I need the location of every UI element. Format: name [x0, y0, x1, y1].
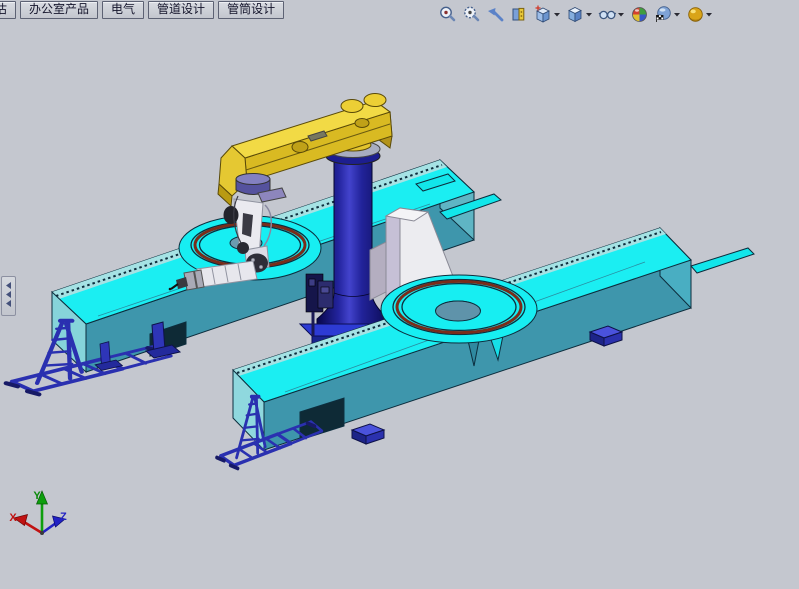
view-settings-dropdown-arrow[interactable] [673, 5, 681, 23]
edit-appearance-button[interactable] [685, 5, 714, 24]
apply-scene-button[interactable] [629, 5, 650, 24]
tab-office-products[interactable]: 办公室产品 [20, 1, 98, 19]
display-style-button[interactable] [565, 5, 594, 24]
edit-appearance-icon [686, 5, 705, 24]
graphics-viewport[interactable]: Y X Z [0, 0, 799, 589]
triad-x-label: X [9, 512, 17, 524]
heads-up-view-toolbar [437, 3, 714, 25]
hide-show-items-button[interactable] [597, 5, 626, 24]
edit-appearance-dropdown-arrow[interactable] [705, 5, 713, 23]
hide-show-items-dropdown-arrow[interactable] [617, 5, 625, 23]
view-orientation-button[interactable] [533, 5, 562, 24]
zoom-to-fit-button[interactable] [437, 5, 458, 24]
tab-piping[interactable]: 管道设计 [148, 1, 214, 19]
solidworks-window: Y X Z 评估 办公室产品 电气 管道设计 管筒设计 [0, 0, 799, 589]
display-style-icon [566, 5, 585, 24]
view-orientation-icon [534, 5, 553, 24]
view-settings-button[interactable] [653, 5, 682, 24]
feature-panel-splitter[interactable] [1, 276, 16, 316]
splitter-collapse-arrows-icon [4, 280, 13, 310]
previous-view-button[interactable] [485, 5, 506, 24]
triad-y-label: Y [33, 490, 41, 502]
section-view-button[interactable] [509, 5, 530, 24]
previous-view-icon [486, 5, 505, 24]
zoom-to-area-icon [462, 5, 481, 24]
view-settings-icon [654, 5, 673, 24]
rotary-ring-front[interactable] [381, 275, 537, 343]
section-view-icon [510, 5, 529, 24]
view-orientation-dropdown-arrow[interactable] [553, 5, 561, 23]
hide-show-items-icon [598, 5, 617, 24]
tab-tubing[interactable]: 管筒设计 [218, 1, 284, 19]
triad-z-label: Z [60, 511, 67, 523]
tab-evaluate[interactable]: 评估 [0, 1, 16, 19]
zoom-to-area-button[interactable] [461, 5, 482, 24]
tab-electrical[interactable]: 电气 [102, 1, 144, 19]
display-style-dropdown-arrow[interactable] [585, 5, 593, 23]
zoom-to-fit-icon [438, 5, 457, 24]
apply-scene-icon [630, 5, 649, 24]
